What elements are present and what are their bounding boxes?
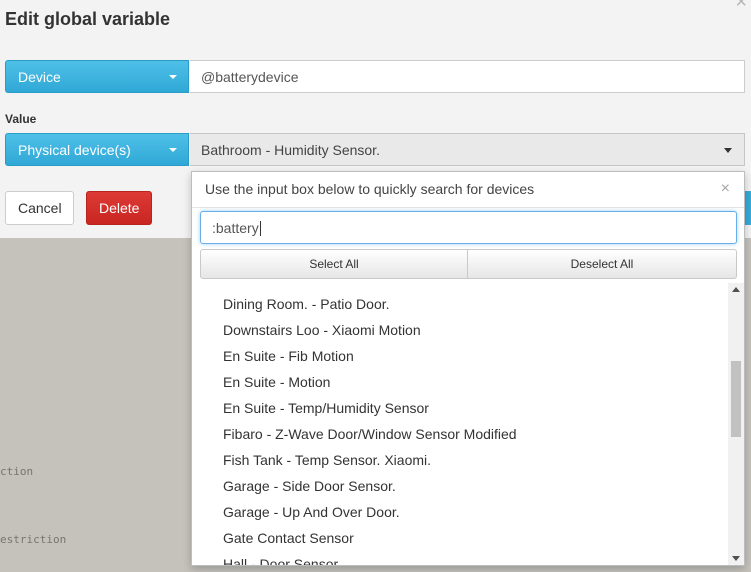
device-list-item[interactable]: Dining Room. - Patio Door. [223,296,390,312]
device-list-item[interactable]: Gate Contact Sensor [223,530,354,546]
dropdown-hint: Use the input box below to quickly searc… [205,181,535,197]
device-list: Dining Room. - Patio Door. Downstairs Lo… [192,283,728,565]
caret-down-icon [724,148,732,153]
cancel-button[interactable]: Cancel [5,191,74,225]
variable-name-input[interactable]: @batterydevice [190,60,745,93]
dropdown-close-icon[interactable]: × [721,181,730,197]
search-value: :battery [212,220,259,236]
scrollbar-thumb[interactable] [731,361,741,437]
device-list-item[interactable]: Hall - Door Sensor [223,556,338,565]
device-list-item[interactable]: Downstairs Loo - Xiaomi Motion [223,322,421,338]
device-list-item[interactable]: Fibaro - Z-Wave Door/Window Sensor Modif… [223,426,517,442]
device-list-item[interactable]: En Suite - Motion [223,374,330,390]
variable-type-dropdown[interactable]: Device [5,60,189,93]
modal-title: Edit global variable [5,9,171,29]
text-cursor [259,221,261,236]
device-list-item[interactable]: Fish Tank - Temp Sensor. Xiaomi. [223,452,431,468]
selection-buttons: Select All Deselect All [200,249,737,279]
value-type-label: Physical device(s) [18,142,131,158]
modal-close-icon[interactable]: × [735,0,747,12]
caret-down-icon [169,75,177,79]
device-list-item[interactable]: Garage - Up And Over Door. [223,504,400,520]
deselect-all-button[interactable]: Deselect All [468,249,737,279]
device-search-dropdown: Use the input box below to quickly searc… [191,171,745,566]
delete-button[interactable]: Delete [86,191,152,225]
device-list-item[interactable]: En Suite - Temp/Humidity Sensor [223,400,429,416]
variable-type-label: Device [18,69,61,85]
device-search-input[interactable]: :battery [200,211,737,244]
caret-down-icon [169,148,177,152]
scroll-down-arrow-icon[interactable] [732,556,740,561]
device-select-value: Bathroom - Humidity Sensor. [201,142,380,158]
background-text-fragment: ction [0,465,34,478]
value-type-dropdown[interactable]: Physical device(s) [5,133,189,166]
list-scrollbar[interactable] [728,283,744,565]
select-all-button[interactable]: Select All [200,249,468,279]
device-list-item[interactable]: Garage - Side Door Sensor. [223,478,396,494]
device-list-item[interactable]: En Suite - Fib Motion [223,348,354,364]
scroll-up-arrow-icon[interactable] [732,287,740,292]
device-select[interactable]: Bathroom - Humidity Sensor. [190,133,745,166]
dropdown-header: Use the input box below to quickly searc… [192,172,744,208]
background-text-fragment: estriction [0,533,67,546]
value-label: Value [5,112,37,126]
